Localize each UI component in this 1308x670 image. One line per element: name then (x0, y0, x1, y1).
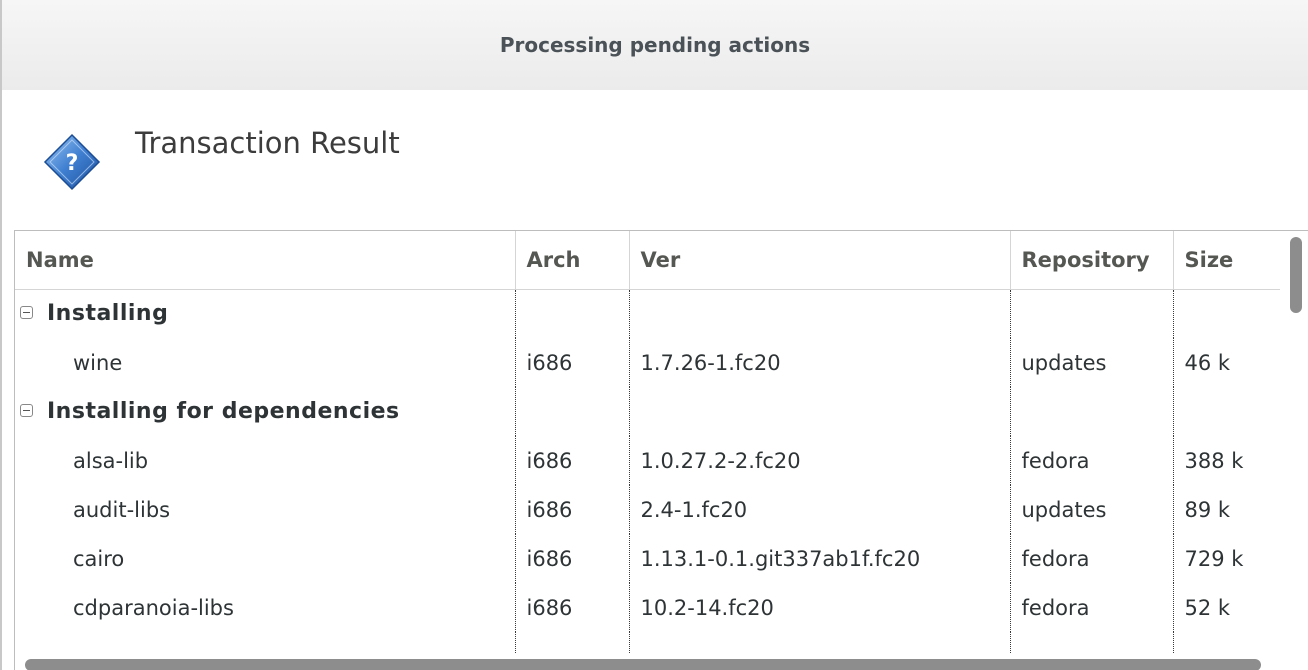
svg-text:?: ? (66, 151, 79, 176)
package-repository: fedora (1009, 534, 1173, 583)
table-row[interactable]: cdparanoia-libs i686 10.2-14.fc20 fedora… (15, 583, 1280, 632)
table-row[interactable]: cairo i686 1.13.1-0.1.git337ab1f.fc20 fe… (15, 534, 1280, 583)
group-row-installing[interactable]: Installing (15, 289, 1280, 338)
group-label: Installing (47, 301, 169, 327)
group-row-installing-for-dependencies[interactable]: Installing for dependencies (15, 387, 1280, 436)
package-size: 89 k (1172, 485, 1280, 534)
package-name: audit-libs (73, 497, 171, 522)
package-table: Name Arch Ver Repository Size Installing… (14, 230, 1308, 670)
package-version: 1.13.1-0.1.git337ab1f.fc20 (628, 534, 1010, 583)
package-size: 729 k (1172, 534, 1280, 583)
dialog-heading: Transaction Result (135, 126, 400, 160)
package-repository: fedora (1009, 436, 1173, 485)
collapse-icon[interactable] (20, 305, 33, 319)
table-header-row: Name Arch Ver Repository Size (15, 231, 1280, 290)
package-name: wine (73, 350, 123, 375)
vertical-scrollbar[interactable] (1280, 231, 1308, 670)
vertical-scroll-thumb[interactable] (1290, 237, 1302, 313)
package-arch: i686 (514, 583, 629, 632)
column-header-repository[interactable]: Repository (1009, 231, 1173, 290)
package-arch: i686 (514, 436, 629, 485)
collapse-icon[interactable] (20, 403, 33, 417)
package-version: 1.7.26-1.fc20 (628, 338, 1010, 387)
package-version: 1.0.27.2-2.fc20 (628, 436, 1010, 485)
transaction-dialog: Processing pending actions ? Transaction… (0, 0, 1308, 670)
horizontal-scroll-thumb[interactable] (25, 659, 1261, 670)
package-size: 388 k (1172, 436, 1280, 485)
package-name: cairo (73, 546, 125, 571)
package-version: 10.2-14.fc20 (628, 583, 1010, 632)
column-header-size[interactable]: Size (1172, 231, 1280, 290)
package-size: 52 k (1172, 583, 1280, 632)
package-name: cdparanoia-libs (73, 595, 234, 620)
column-header-name[interactable]: Name (15, 231, 515, 290)
column-header-arch[interactable]: Arch (514, 231, 629, 290)
question-diamond-icon: ? (43, 133, 101, 191)
package-repository: updates (1009, 338, 1173, 387)
horizontal-scrollbar[interactable] (15, 654, 1308, 670)
column-header-ver[interactable]: Ver (628, 231, 1010, 290)
title-bar[interactable]: Processing pending actions (2, 0, 1308, 91)
package-arch: i686 (514, 338, 629, 387)
package-repository: updates (1009, 485, 1173, 534)
table-row[interactable]: wine i686 1.7.26-1.fc20 updates 46 k (15, 338, 1280, 387)
package-arch: i686 (514, 485, 629, 534)
package-repository: fedora (1009, 583, 1173, 632)
table-row[interactable]: audit-libs i686 2.4-1.fc20 updates 89 k (15, 485, 1280, 534)
window-title: Processing pending actions (499, 33, 811, 57)
group-label: Installing for dependencies (47, 399, 400, 424)
dialog-header: ? Transaction Result (2, 90, 1308, 230)
package-name: alsa-lib (73, 448, 149, 473)
table-row[interactable]: alsa-lib i686 1.0.27.2-2.fc20 fedora 388… (15, 436, 1280, 485)
package-arch: i686 (514, 534, 629, 583)
package-size: 46 k (1172, 338, 1280, 387)
package-version: 2.4-1.fc20 (628, 485, 1010, 534)
